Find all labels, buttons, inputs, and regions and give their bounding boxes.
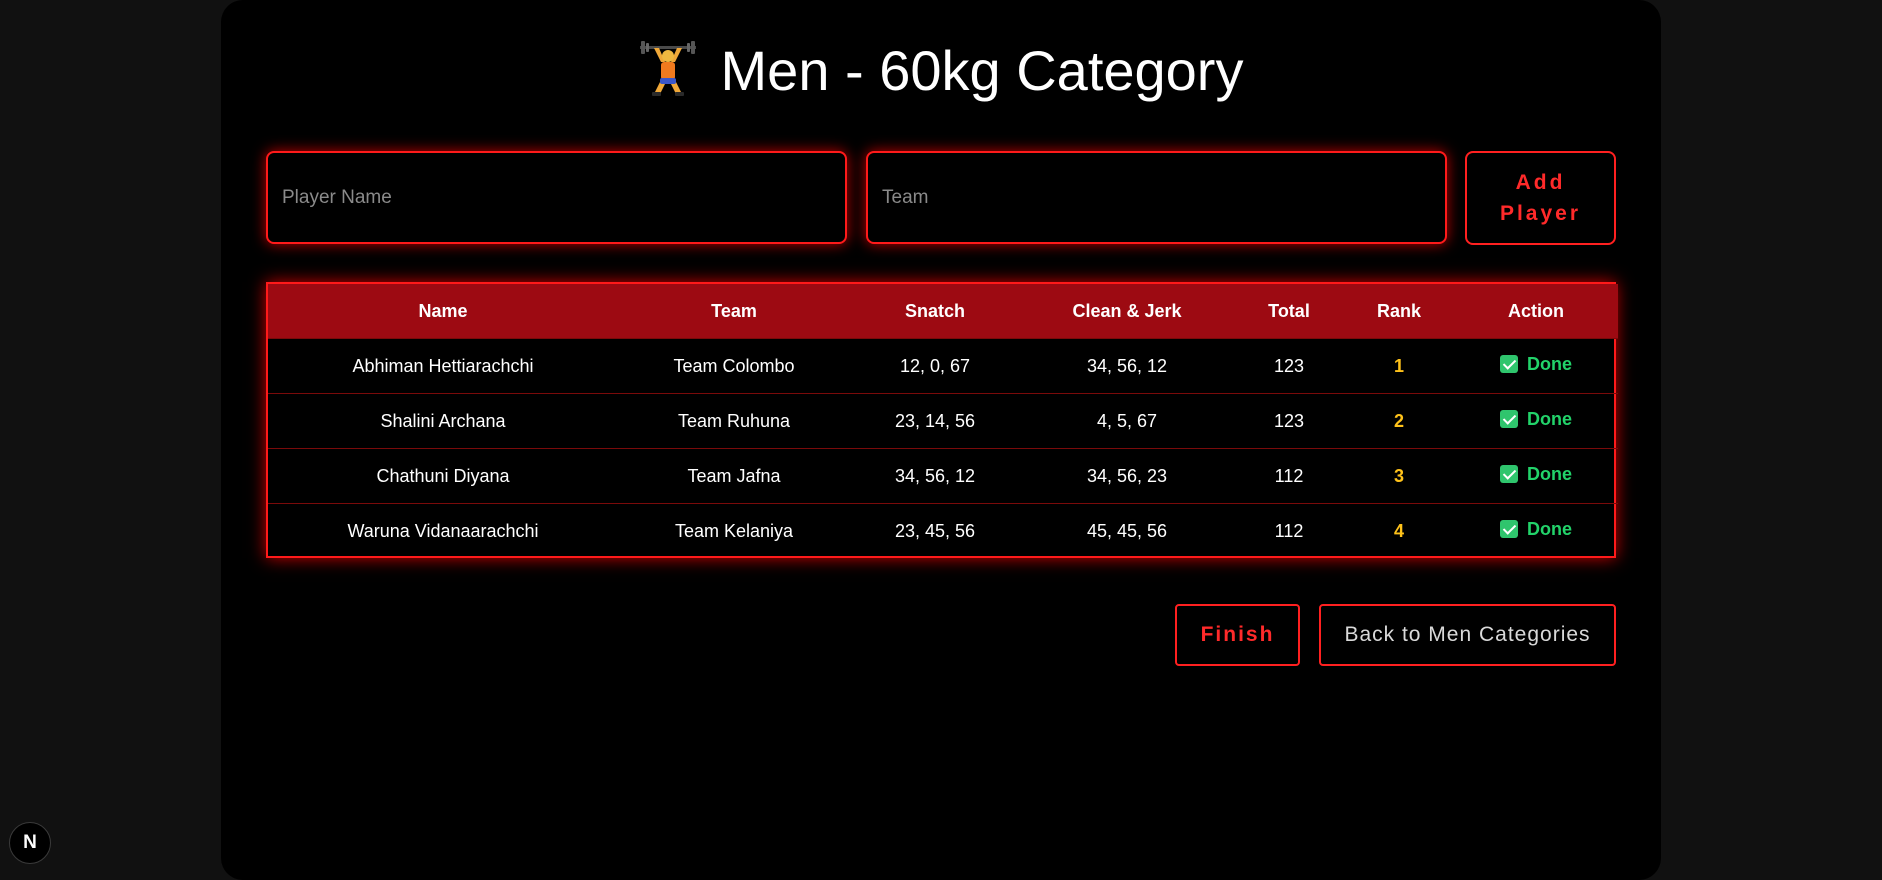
table-row: Waruna Vidanaarachchi Team Kelaniya 23, … [268, 503, 1618, 558]
cell-name: Abhiman Hettiarachchi [268, 338, 618, 394]
back-to-categories-button[interactable]: Back to Men Categories [1319, 604, 1616, 666]
done-label: Done [1527, 353, 1572, 374]
page-title: Men - 60kg Category [221, 32, 1661, 108]
header-team: Team [618, 284, 850, 339]
header-name: Name [268, 284, 618, 339]
weightlifter-icon [639, 41, 696, 96]
cell-snatch: 34, 56, 12 [850, 448, 1020, 504]
cell-snatch: 12, 0, 67 [850, 338, 1020, 394]
header-total: Total [1234, 284, 1344, 339]
cell-team: Team Ruhuna [618, 393, 850, 449]
cell-clean-jerk: 45, 45, 56 [1020, 503, 1234, 558]
cell-action: Done [1454, 503, 1618, 558]
table-header-row: Name Team Snatch Clean & Jerk Total Rank… [268, 284, 1618, 339]
finish-button[interactable]: Finish [1175, 604, 1300, 666]
cell-action: Done [1454, 448, 1618, 504]
header-rank: Rank [1344, 284, 1454, 339]
done-label: Done [1527, 408, 1572, 429]
done-button[interactable]: Done [1500, 519, 1572, 540]
cell-team: Team Colombo [618, 338, 850, 394]
header-action: Action [1454, 284, 1618, 339]
cell-snatch: 23, 14, 56 [850, 393, 1020, 449]
done-button[interactable]: Done [1500, 354, 1572, 375]
cell-name: Shalini Archana [268, 393, 618, 449]
done-label: Done [1527, 518, 1572, 539]
table-row: Abhiman Hettiarachchi Team Colombo 12, 0… [268, 338, 1618, 394]
cell-rank: 2 [1344, 393, 1454, 449]
team-input[interactable] [866, 151, 1447, 244]
cell-team: Team Kelaniya [618, 503, 850, 558]
cell-total: 123 [1234, 338, 1344, 394]
cell-team: Team Jafna [618, 448, 850, 504]
table-row: Chathuni Diyana Team Jafna 34, 56, 12 34… [268, 448, 1618, 504]
cell-clean-jerk: 34, 56, 23 [1020, 448, 1234, 504]
cell-name: Chathuni Diyana [268, 448, 618, 504]
check-icon [1500, 410, 1518, 429]
add-player-button[interactable]: Add Player [1465, 151, 1616, 245]
cell-clean-jerk: 34, 56, 12 [1020, 338, 1234, 394]
header-clean-jerk: Clean & Jerk [1020, 284, 1234, 339]
player-name-input[interactable] [266, 151, 847, 244]
header-snatch: Snatch [850, 284, 1020, 339]
cell-total: 112 [1234, 448, 1344, 504]
cell-action: Done [1454, 393, 1618, 449]
cell-action: Done [1454, 338, 1618, 394]
page-title-text: Men - 60kg Category [720, 38, 1244, 102]
done-button[interactable]: Done [1500, 409, 1572, 430]
cell-clean-jerk: 4, 5, 67 [1020, 393, 1234, 449]
table-row: Shalini Archana Team Ruhuna 23, 14, 56 4… [268, 393, 1618, 449]
cell-snatch: 23, 45, 56 [850, 503, 1020, 558]
check-icon [1500, 355, 1518, 374]
cell-total: 123 [1234, 393, 1344, 449]
cell-rank: 3 [1344, 448, 1454, 504]
next-dev-indicator-icon[interactable]: N [9, 822, 51, 864]
check-icon [1500, 520, 1518, 539]
cell-total: 112 [1234, 503, 1344, 558]
check-icon [1500, 465, 1518, 484]
done-label: Done [1527, 463, 1572, 484]
cell-name: Waruna Vidanaarachchi [268, 503, 618, 558]
players-table: Name Team Snatch Clean & Jerk Total Rank… [266, 282, 1618, 558]
cell-rank: 1 [1344, 338, 1454, 394]
done-button[interactable]: Done [1500, 464, 1572, 485]
cell-rank: 4 [1344, 503, 1454, 558]
main-panel: Men - 60kg Category Add Player Name Team… [221, 0, 1661, 880]
